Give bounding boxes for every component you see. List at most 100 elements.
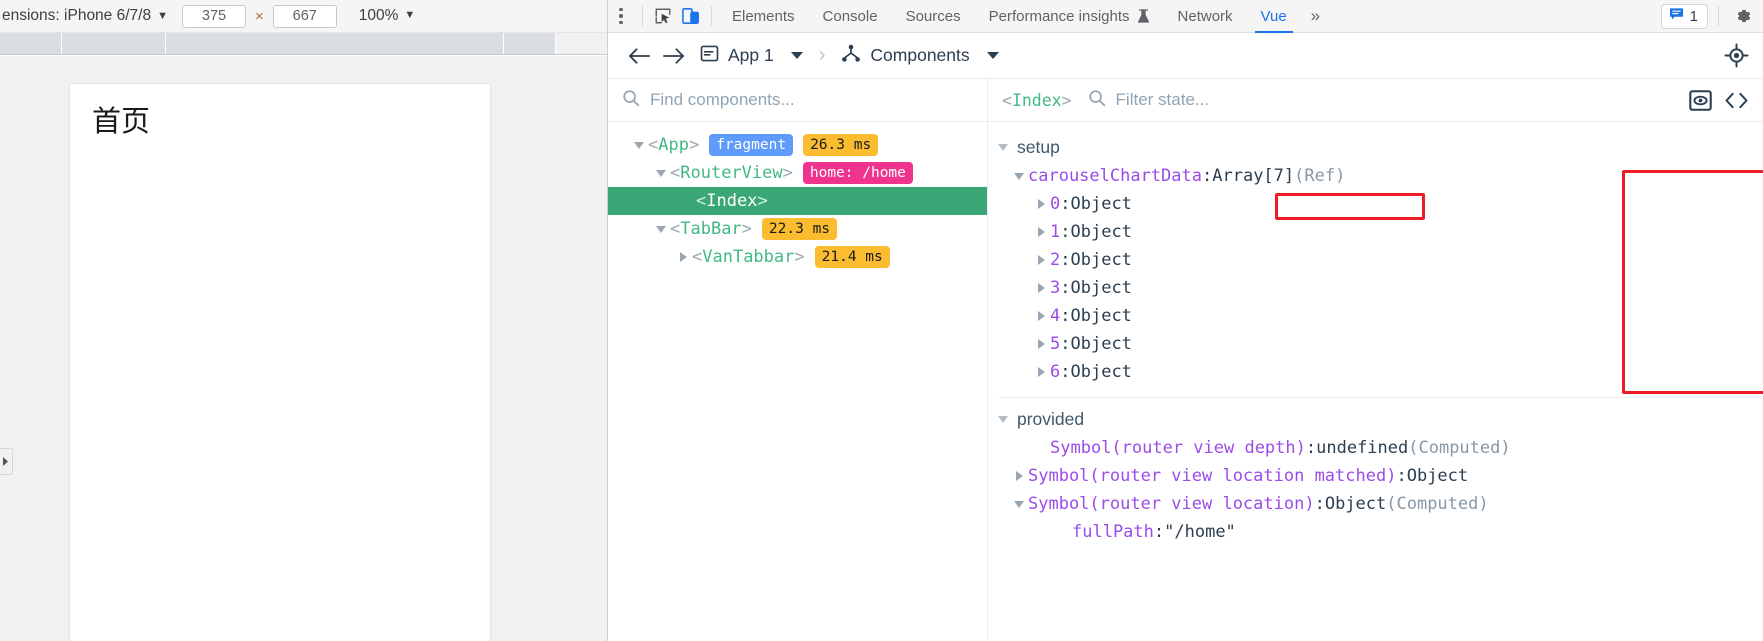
tag-open-bracket: < [648, 135, 659, 155]
twisty-right-icon[interactable] [1032, 367, 1050, 377]
find-components-input[interactable] [650, 90, 973, 110]
device-preset-label[interactable]: ensions: iPhone 6/7/8 ▼ [0, 7, 168, 25]
twisty-right-icon[interactable] [1032, 311, 1050, 321]
state-value: "/home" [1164, 522, 1236, 542]
component-tree-list[interactable]: < App > fragment 26.3 ms < RouterView > home… [608, 122, 987, 641]
tree-node-index[interactable]: < Index > [608, 187, 987, 215]
state-value: Object [1070, 334, 1132, 354]
tree-node-app[interactable]: < App > fragment 26.3 ms [608, 131, 987, 159]
tab-console[interactable]: Console [809, 0, 892, 33]
state-key: 3 [1050, 278, 1061, 298]
tree-node-tabbar[interactable]: < TabBar > 22.3 ms [608, 215, 987, 243]
gear-icon[interactable] [1729, 3, 1757, 29]
arrow-right-icon[interactable] [656, 39, 690, 73]
viewport-height-input[interactable] [272, 4, 337, 28]
state-row-fullpath[interactable]: fullPath: "/home" [988, 518, 1763, 546]
state-row-carouselchartdata[interactable]: carouselChartData: Array[7] (Ref) [988, 162, 1763, 190]
state-row-array-item[interactable]: 0: Object [988, 190, 1763, 218]
zoom-select[interactable]: 100% ▼ [359, 7, 416, 25]
state-row-array-item[interactable]: 1: Object [988, 218, 1763, 246]
emulated-device-screen[interactable]: 首页 [70, 84, 490, 641]
twisty-down-icon[interactable] [1010, 172, 1028, 180]
state-row-array-item[interactable]: 2: Object [988, 246, 1763, 274]
twisty-right-icon[interactable] [1032, 339, 1050, 349]
tree-node-routerview[interactable]: < RouterView > home: /home [608, 159, 987, 187]
eye-inspect-icon[interactable] [1689, 89, 1712, 111]
device-toolbar-icon[interactable] [677, 3, 705, 29]
tree-node-vantabbar[interactable]: < VanTabbar > 21.4 ms [608, 243, 987, 271]
state-separator: : [1060, 334, 1071, 354]
state-separator: : [1060, 194, 1071, 214]
tab-vue[interactable]: Vue [1247, 0, 1301, 33]
inspect-element-icon[interactable] [649, 3, 677, 29]
state-section-setup[interactable]: setup [988, 132, 1763, 162]
twisty-down-icon[interactable] [652, 225, 670, 233]
twisty-right-icon[interactable] [674, 252, 692, 262]
state-row-array-item[interactable]: 5: Object [988, 330, 1763, 358]
state-row-array-item[interactable]: 3: Object [988, 274, 1763, 302]
tab-label: Network [1177, 7, 1233, 25]
state-separator: : [1305, 438, 1317, 458]
open-in-editor-code-icon[interactable] [1724, 91, 1749, 110]
twisty-right-icon[interactable] [1032, 199, 1050, 209]
view-label: Components [870, 45, 970, 65]
tag-close-bracket: > [794, 247, 805, 267]
twisty-down-icon[interactable] [1010, 500, 1028, 508]
state-section-provided[interactable]: provided [988, 404, 1763, 434]
kebab-menu-icon[interactable] [606, 7, 636, 25]
state-separator: : [1060, 278, 1071, 298]
devtools-tabbar: Elements Console Sources Performance ins… [608, 0, 1763, 33]
state-separator: : [1153, 522, 1165, 542]
twisty-down-icon[interactable] [630, 141, 648, 149]
breadcrumb-view-selector[interactable]: Components [841, 44, 999, 68]
state-row-provided-router-view-depth[interactable]: Symbol(router view depth): undefined (Co… [988, 434, 1763, 462]
state-actions [1689, 89, 1749, 111]
twisty-right-icon[interactable] [1010, 471, 1028, 481]
state-key: 5 [1050, 334, 1061, 354]
viewport-width-input[interactable] [181, 4, 246, 28]
devtools-toolbar-right: 1 [1660, 3, 1763, 29]
more-tabs-icon[interactable]: » [1301, 6, 1330, 26]
twisty-down-icon[interactable] [652, 169, 670, 177]
state-value: Object [1406, 466, 1469, 486]
drawer-expand-handle[interactable] [0, 448, 13, 475]
state-separator: : [1060, 250, 1071, 270]
app-window-icon [700, 44, 719, 68]
tab-network[interactable]: Network [1164, 0, 1247, 33]
device-emulation-pane: ensions: iPhone 6/7/8 ▼ × 100% ▼ 首页 [0, 0, 608, 641]
select-component-target-icon[interactable] [1724, 43, 1749, 68]
component-tree-pane: <App> fragment 26.3 ms <RouterView> home… [608, 79, 988, 641]
tab-sources[interactable]: Sources [892, 0, 975, 33]
screenshot-root: ensions: iPhone 6/7/8 ▼ × 100% ▼ 首页 [0, 0, 1763, 641]
state-separator: : [1060, 362, 1071, 382]
state-key: fullPath [1072, 522, 1154, 542]
tab-elements[interactable]: Elements [718, 0, 809, 33]
tag-close-bracket: > [688, 135, 700, 155]
search-icon [622, 89, 640, 112]
ruler-segment [556, 33, 607, 54]
state-value: Object [1070, 306, 1132, 326]
twisty-right-icon[interactable] [1032, 283, 1050, 293]
tag-open-bracket: < [1002, 90, 1012, 110]
twisty-right-icon[interactable] [1032, 255, 1050, 265]
tab-performance-insights[interactable]: Performance insights [975, 0, 1164, 33]
state-row-provided-location[interactable]: Symbol(router view location): Object (Co… [988, 490, 1763, 518]
device-preset-text: ensions: iPhone 6/7/8 [2, 7, 152, 24]
arrow-left-icon[interactable] [622, 39, 656, 73]
badge-route: home: /home [802, 161, 913, 185]
state-value: Object [1070, 194, 1132, 214]
ruler-segment [504, 33, 556, 54]
state-row-provided-location-matched[interactable]: Symbol(router view location matched): Ob… [988, 462, 1763, 490]
breadcrumb-separator: › [818, 44, 826, 66]
breadcrumb-app-selector[interactable]: App 1 [700, 44, 803, 68]
state-key: Symbol(router view depth) [1050, 438, 1306, 458]
state-row-array-item[interactable]: 4: Object [988, 302, 1763, 330]
state-row-array-item[interactable]: 6: Object [988, 358, 1763, 386]
twisty-right-icon[interactable] [1032, 227, 1050, 237]
flask-icon [1137, 8, 1150, 24]
state-tree-list[interactable]: setup carouselChartData: Array[7] (Ref) … [988, 122, 1763, 641]
tab-label: Performance insights [988, 7, 1130, 25]
state-key: 2 [1050, 250, 1061, 270]
issues-button[interactable]: 1 [1660, 3, 1708, 29]
filter-state-input[interactable] [1115, 90, 1679, 110]
